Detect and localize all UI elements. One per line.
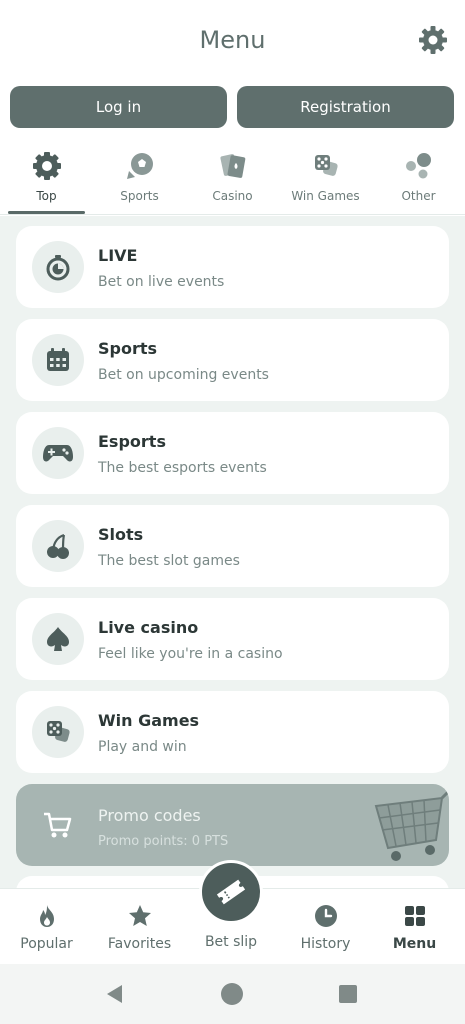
dice-icon <box>47 721 70 742</box>
tab-casino[interactable]: Casino <box>186 145 279 215</box>
menu-item-slots[interactable]: Slots The best slot games <box>16 505 449 587</box>
tab-label: Win Games <box>291 189 360 203</box>
basket-illustration <box>374 790 449 861</box>
gear-icon[interactable] <box>417 24 449 56</box>
gamepad-icon <box>43 445 73 462</box>
star-icon <box>128 905 151 926</box>
menu-item-sports[interactable]: Sports Bet on upcoming events <box>16 319 449 401</box>
tab-label: Top <box>36 189 57 203</box>
menu-item-title: Esports <box>98 432 166 451</box>
menu-item-subtitle: Play and win <box>98 739 187 755</box>
menu-item-esports[interactable]: Esports The best esports events <box>16 412 449 494</box>
tab-label: Other <box>401 189 436 203</box>
nav-label: Favorites <box>107 936 172 952</box>
promo-title: Promo codes <box>98 806 201 825</box>
stopwatch-icon <box>46 255 70 281</box>
menu-item-subtitle: The best esports events <box>98 460 267 476</box>
recent-apps-icon[interactable] <box>339 985 357 1003</box>
menu-item-title: Sports <box>98 339 158 358</box>
nav-label: Menu <box>392 936 437 952</box>
promo-points: Promo points: 0 PTS <box>98 834 229 849</box>
dice-icon <box>314 155 338 176</box>
flame-icon <box>39 905 54 927</box>
menu-item-title: Win Games <box>98 711 200 730</box>
nav-label: History <box>300 936 351 952</box>
cherries-icon <box>47 533 69 559</box>
grid-icon <box>404 906 425 926</box>
promo-codes-card[interactable]: Promo codes Promo points: 0 PTS <box>16 784 449 866</box>
icon-container <box>32 427 84 479</box>
registration-button[interactable]: Registration <box>237 86 454 128</box>
icon-container <box>32 334 84 386</box>
menu-list[interactable]: LIVE Bet on live events Sports Bet on up… <box>0 216 465 888</box>
menu-item-subtitle: Bet on live events <box>98 274 225 290</box>
page-title: Menu <box>199 26 266 54</box>
icon-container <box>32 241 84 293</box>
tab-top[interactable]: Top <box>0 145 93 215</box>
nav-favorites[interactable]: Favorites <box>93 889 186 965</box>
calendar-icon <box>47 348 69 371</box>
badge-icon <box>32 152 61 180</box>
header: Menu Log in Registration Top Sports Casi… <box>0 0 465 215</box>
tab-sports[interactable]: Sports <box>93 145 186 215</box>
category-tabs: Top Sports Casino Win Games Other <box>0 145 465 215</box>
menu-item-title: Live casino <box>98 618 199 637</box>
tab-label: Casino <box>212 189 253 203</box>
clock-icon <box>314 905 337 927</box>
login-button[interactable]: Log in <box>10 86 227 128</box>
menu-item-title: LIVE <box>98 246 138 265</box>
ticket-icon <box>216 879 246 905</box>
cart-icon <box>44 812 72 838</box>
menu-item-live[interactable]: LIVE Bet on live events <box>16 226 449 308</box>
menu-item-title: Slots <box>98 525 144 544</box>
home-icon[interactable] <box>221 983 243 1005</box>
tab-other[interactable]: Other <box>372 145 465 215</box>
icon-container <box>32 706 84 758</box>
nav-label: Popular <box>20 936 73 952</box>
soccer-ball-icon <box>126 153 153 179</box>
spade-icon <box>47 627 69 651</box>
icon-container <box>32 520 84 572</box>
menu-item-subtitle: Bet on upcoming events <box>98 367 269 383</box>
nav-menu[interactable]: Menu <box>368 889 461 965</box>
bet-slip-button[interactable] <box>199 860 263 924</box>
menu-item-live-casino[interactable]: Live casino Feel like you're in a casino <box>16 598 449 680</box>
system-navigation-bar <box>0 964 465 1024</box>
tab-label: Sports <box>120 189 159 203</box>
menu-item-win-games[interactable]: Win Games Play and win <box>16 691 449 773</box>
tab-win-games[interactable]: Win Games <box>279 145 372 215</box>
menu-item-subtitle: The best slot games <box>98 553 240 569</box>
icon-container <box>32 613 84 665</box>
active-tab-indicator <box>8 211 85 214</box>
bet-slip-label[interactable]: Bet slip <box>186 934 276 950</box>
nav-history[interactable]: History <box>279 889 372 965</box>
menu-item-subtitle: Feel like you're in a casino <box>98 646 283 662</box>
cards-icon <box>219 154 245 178</box>
bubbles-icon <box>405 153 431 179</box>
nav-popular[interactable]: Popular <box>0 889 93 965</box>
back-icon[interactable] <box>104 983 126 1005</box>
